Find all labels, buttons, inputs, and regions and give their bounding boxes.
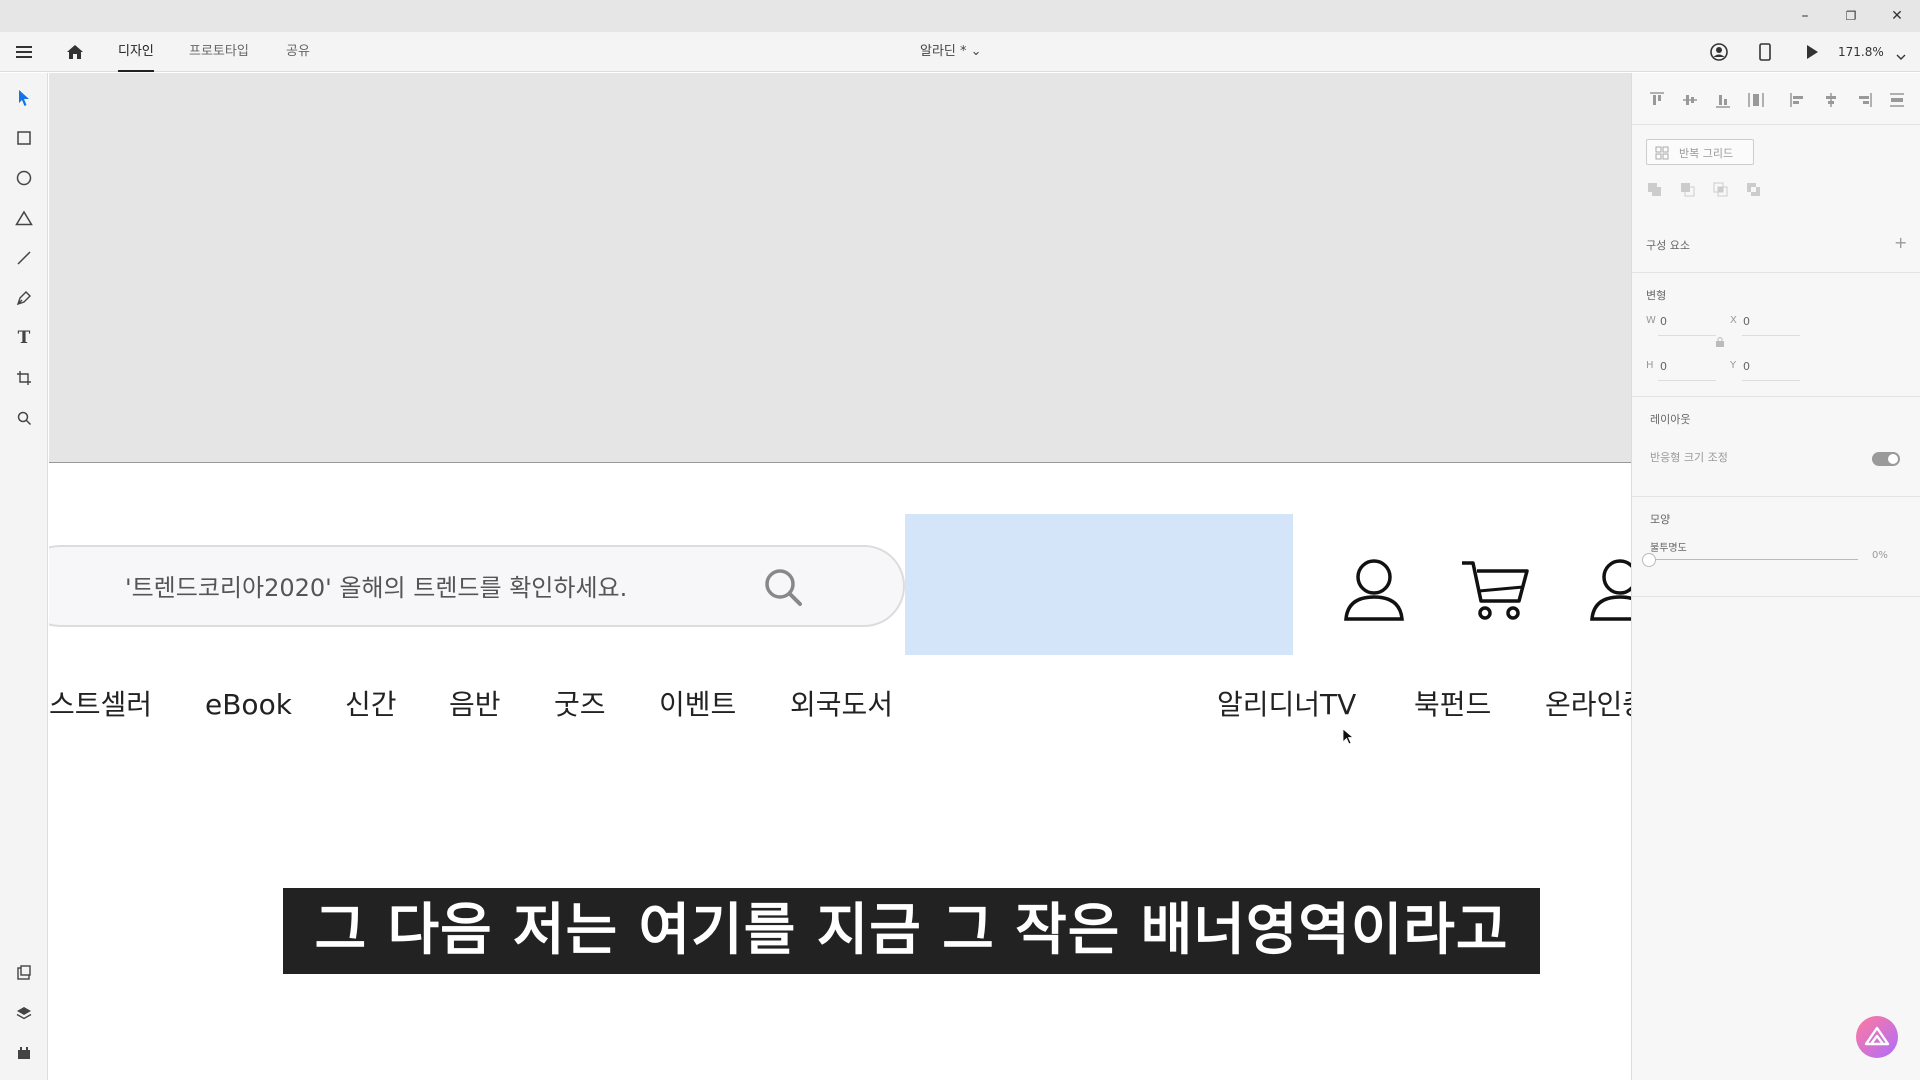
search-placeholder-text: '트렌드코리아2020' 올해의 트렌드를 확인하세요. — [125, 574, 628, 602]
menu-bar: 디자인 프로토타입 공유 알라딘 * ⌄ 171.8% — [0, 32, 1920, 72]
pen-tool-icon[interactable] — [12, 286, 36, 310]
x-field[interactable]: 0 — [1743, 315, 1750, 328]
line-tool-icon[interactable] — [12, 246, 36, 270]
tab-design[interactable]: 디자인 — [118, 32, 154, 72]
opacity-slider-track[interactable] — [1648, 559, 1858, 560]
responsive-resize-label: 반응형 크기 조정 — [1650, 451, 1728, 464]
grid-icon — [1655, 145, 1669, 164]
play-preview-icon[interactable] — [1804, 44, 1820, 60]
document-title-dropdown[interactable]: 알라딘 * ⌄ — [920, 32, 982, 72]
height-label: H — [1646, 360, 1654, 371]
nav-item-new: 신간 — [345, 688, 397, 721]
boolean-intersect-icon[interactable] — [1712, 181, 1730, 199]
title-bar: – ❐ ✕ — [0, 0, 1920, 32]
rectangle-tool-icon[interactable] — [12, 126, 36, 150]
x-underline — [1742, 335, 1800, 336]
nav-item-event: 이벤트 — [659, 688, 737, 721]
tab-prototype[interactable]: 프로토타입 — [189, 32, 249, 72]
repeat-grid-label: 반복 그리드 — [1679, 147, 1734, 160]
search-icon — [763, 567, 803, 607]
lock-aspect-icon[interactable] — [1715, 333, 1725, 347]
height-underline — [1658, 380, 1716, 381]
y-underline — [1742, 380, 1800, 381]
layout-label: 레이아웃 — [1650, 413, 1691, 426]
pasteboard-area[interactable] — [49, 73, 1631, 463]
y-label: Y — [1730, 360, 1737, 371]
subtitle-caption: 그 다음 저는 여기를 지금 그 작은 배너영역이라고 — [283, 888, 1540, 974]
transform-section: 변형 W 0 X 0 H 0 Y 0 — [1632, 273, 1920, 397]
plugins-icon[interactable] — [12, 1041, 36, 1065]
x-label: X — [1730, 315, 1737, 326]
tab-share[interactable]: 공유 — [286, 32, 310, 72]
user-icon — [1340, 557, 1408, 623]
text-tool-icon[interactable]: T — [12, 326, 36, 350]
align-middle-icon[interactable] — [1681, 91, 1699, 109]
assistant-logo-icon[interactable] — [1856, 1016, 1898, 1058]
user-account-icon[interactable] — [1710, 43, 1728, 61]
add-component-icon[interactable]: + — [1894, 233, 1907, 252]
nav-item-tv: 알리디너TV — [1217, 688, 1357, 721]
mobile-preview-icon[interactable] — [1758, 43, 1772, 61]
nav-item-goods: 굿즈 — [554, 688, 606, 721]
repeat-grid-section: 반복 그리드 구성 요소 + — [1632, 125, 1920, 273]
width-field[interactable]: 0 — [1660, 315, 1667, 328]
ellipse-tool-icon[interactable] — [12, 166, 36, 190]
layout-section: 레이아웃 반응형 크기 조정 — [1632, 397, 1920, 497]
polygon-tool-icon[interactable] — [12, 206, 36, 230]
opacity-value[interactable]: 0% — [1872, 550, 1888, 561]
artboard-tool-icon[interactable] — [12, 366, 36, 390]
align-top-icon[interactable] — [1648, 91, 1666, 109]
components-label: 구성 요소 — [1646, 239, 1690, 252]
nav-item-music: 음반 — [449, 688, 501, 721]
property-inspector: 반복 그리드 구성 요소 + 변형 W 0 X 0 H 0 Y 0 레이아웃 반… — [1631, 73, 1920, 1080]
width-underline — [1658, 335, 1716, 336]
zoom-tool-icon[interactable] — [12, 406, 36, 430]
align-bottom-icon[interactable] — [1714, 91, 1732, 109]
opacity-label: 불투명도 — [1650, 543, 1687, 554]
height-field[interactable]: 0 — [1660, 360, 1667, 373]
boolean-add-icon[interactable] — [1646, 181, 1664, 199]
nav-item-foreign-books: 외국도서 — [790, 688, 894, 721]
assets-icon[interactable] — [12, 961, 36, 985]
hamburger-menu-icon[interactable] — [16, 44, 32, 58]
maximize-button[interactable]: ❐ — [1828, 0, 1874, 32]
left-toolbar: T — [0, 73, 48, 1080]
appearance-section: 모양 불투명도 0% — [1632, 497, 1920, 597]
home-icon[interactable] — [66, 43, 84, 61]
chevron-down-icon[interactable] — [1896, 47, 1906, 60]
width-label: W — [1646, 315, 1656, 326]
close-button[interactable]: ✕ — [1874, 0, 1920, 32]
opacity-slider-handle[interactable] — [1642, 553, 1656, 567]
search-bar[interactable]: '트렌드코리아2020' 올해의 트렌드를 확인하세요. — [49, 545, 905, 627]
minimize-button[interactable]: – — [1782, 0, 1828, 32]
align-toolbar — [1632, 73, 1920, 125]
distribute-vertical-icon[interactable] — [1747, 91, 1765, 109]
align-right-icon[interactable] — [1855, 91, 1873, 109]
boolean-exclude-icon[interactable] — [1745, 181, 1763, 199]
align-center-icon[interactable] — [1822, 91, 1840, 109]
layers-icon[interactable] — [12, 1001, 36, 1025]
mouse-cursor-icon — [1342, 728, 1355, 750]
small-banner-area[interactable] — [905, 514, 1293, 655]
y-field[interactable]: 0 — [1743, 360, 1750, 373]
align-left-icon[interactable] — [1789, 91, 1807, 109]
user-icon — [1586, 557, 1631, 623]
appearance-label: 모양 — [1650, 513, 1671, 526]
boolean-subtract-icon[interactable] — [1679, 181, 1697, 199]
nav-item-online: 온라인중 — [1545, 688, 1631, 721]
select-tool-icon[interactable] — [12, 86, 36, 110]
zoom-level[interactable]: 171.8% — [1838, 32, 1884, 72]
repeat-grid-button[interactable]: 반복 그리드 — [1646, 139, 1754, 165]
nav-item-bookfund: 북펀드 — [1414, 688, 1492, 721]
nav-item-ebook: eBook — [205, 688, 292, 721]
transform-label: 변형 — [1646, 289, 1667, 302]
distribute-horizontal-icon[interactable] — [1888, 91, 1906, 109]
nav-item-bestseller: 스트셀러 — [49, 688, 153, 721]
cart-icon — [1459, 557, 1529, 623]
responsive-resize-toggle[interactable] — [1872, 452, 1900, 466]
